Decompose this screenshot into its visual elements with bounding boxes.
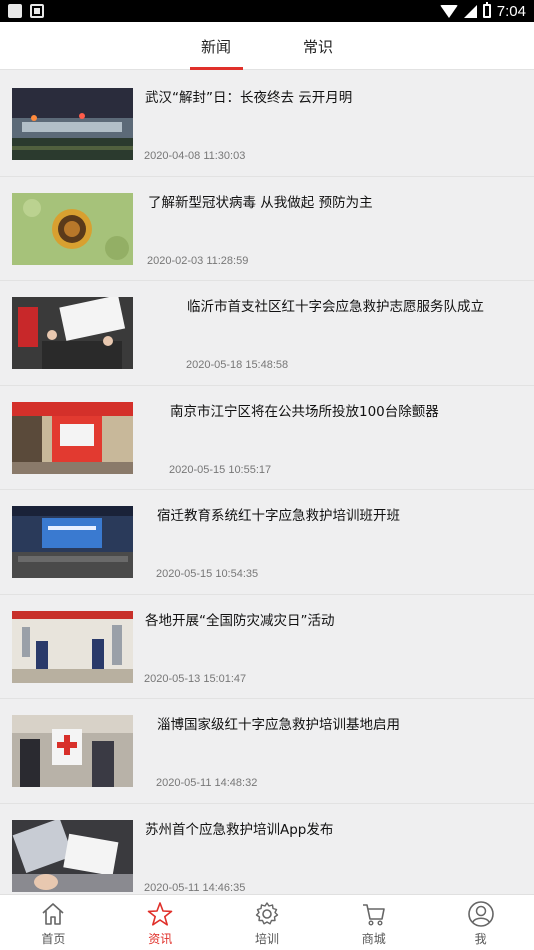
tab-common-knowledge[interactable]: 常识 [288,22,348,70]
news-thumbnail [12,715,133,787]
news-date: 2020-05-15 10:55:17 [169,463,272,476]
wifi-icon [439,4,458,18]
news-title: 宿迁教育系统红十字应急救护培训班开班 [157,508,400,524]
status-bar: 7:04 [0,0,534,22]
cart-icon [362,904,385,926]
news-item[interactable]: 淄博国家级红十字应急救护培训基地启用 2020-05-11 14:48:32 [0,699,534,804]
photo-icon [30,4,44,18]
top-tab-bar: 新闻 常识 [0,22,534,70]
news-date: 2020-05-13 15:01:47 [144,672,247,685]
news-item[interactable]: 临沂市首支社区红十字会应急救护志愿服务队成立 2020-05-18 15:48:… [0,281,534,386]
news-title: 临沂市首支社区红十字会应急救护志愿服务队成立 [187,299,484,315]
news-thumbnail [12,401,133,474]
battery-icon [482,2,491,18]
user-icon [467,901,494,927]
news-date: 2020-05-18 15:48:58 [186,359,289,371]
news-date: 2020-05-11 14:48:32 [156,777,258,789]
news-item[interactable]: 南京市江宁区将在公共场所投放100台除颤器 2020-05-15 10:55:1… [0,385,534,490]
nav-mall[interactable]: 商城 [320,895,427,950]
news-item[interactable]: 武汉“解封”日：长夜终去 云开月明 2020-04-08 11:30:03 [0,72,534,177]
star-icon [147,902,173,926]
news-thumbnail [12,819,133,892]
bottom-nav: 首页 资讯 培训 商城 我 [0,894,534,950]
nav-training[interactable]: 培训 [214,895,321,950]
nav-label: 培训 [254,932,279,946]
news-item[interactable]: 各地开展“全国防灾减灾日”活动 2020-05-13 15:01:47 [0,594,534,699]
news-title: 苏州首个应急救护培训App发布 [145,821,334,838]
active-tab-indicator [190,67,243,70]
nav-label: 资讯 [148,932,173,946]
news-item[interactable]: 苏州首个应急救护培训App发布 2020-05-11 14:46:35 [0,803,534,894]
news-date: 2020-02-03 11:28:59 [147,254,249,267]
nav-label: 商城 [361,932,386,946]
news-thumbnail [12,297,133,369]
news-date: 2020-05-11 14:46:35 [144,881,246,894]
news-thumbnail [12,610,133,683]
news-title: 淄博国家级红十字应急救护培训基地启用 [157,717,400,733]
news-list[interactable]: 武汉“解封”日：长夜终去 云开月明 2020-04-08 11:30:03 了解… [0,72,534,894]
nav-news[interactable]: 资讯 [107,895,214,950]
notification-icon [8,4,22,18]
news-title: 了解新型冠状病毒 从我做起 预防为主 [148,194,373,211]
gear-icon [255,902,279,925]
news-thumbnail [12,192,133,265]
status-time: 7:04 [496,2,526,20]
news-thumbnail [12,506,133,578]
news-date: 2020-04-08 11:30:03 [144,150,246,162]
news-title: 武汉“解封”日：长夜终去 云开月明 [145,90,353,106]
nav-label: 我 [474,932,487,946]
news-item[interactable]: 宿迁教育系统红十字应急救护培训班开班 2020-05-15 10:54:35 [0,490,534,595]
notification-icons [8,4,44,18]
nav-label: 首页 [41,932,66,946]
nav-me[interactable]: 我 [427,895,534,950]
news-title: 各地开展“全国防灾减灾日”活动 [145,612,335,629]
news-thumbnail [12,88,133,160]
news-title: 南京市江宁区将在公共场所投放100台除颤器 [170,403,439,420]
home-icon [42,903,64,925]
nav-home[interactable]: 首页 [0,895,107,950]
signal-icon [463,4,477,18]
news-date: 2020-05-15 10:54:35 [156,568,259,580]
tab-news[interactable]: 新闻 [186,22,246,70]
news-item[interactable]: 了解新型冠状病毒 从我做起 预防为主 2020-02-03 11:28:59 [0,176,534,281]
